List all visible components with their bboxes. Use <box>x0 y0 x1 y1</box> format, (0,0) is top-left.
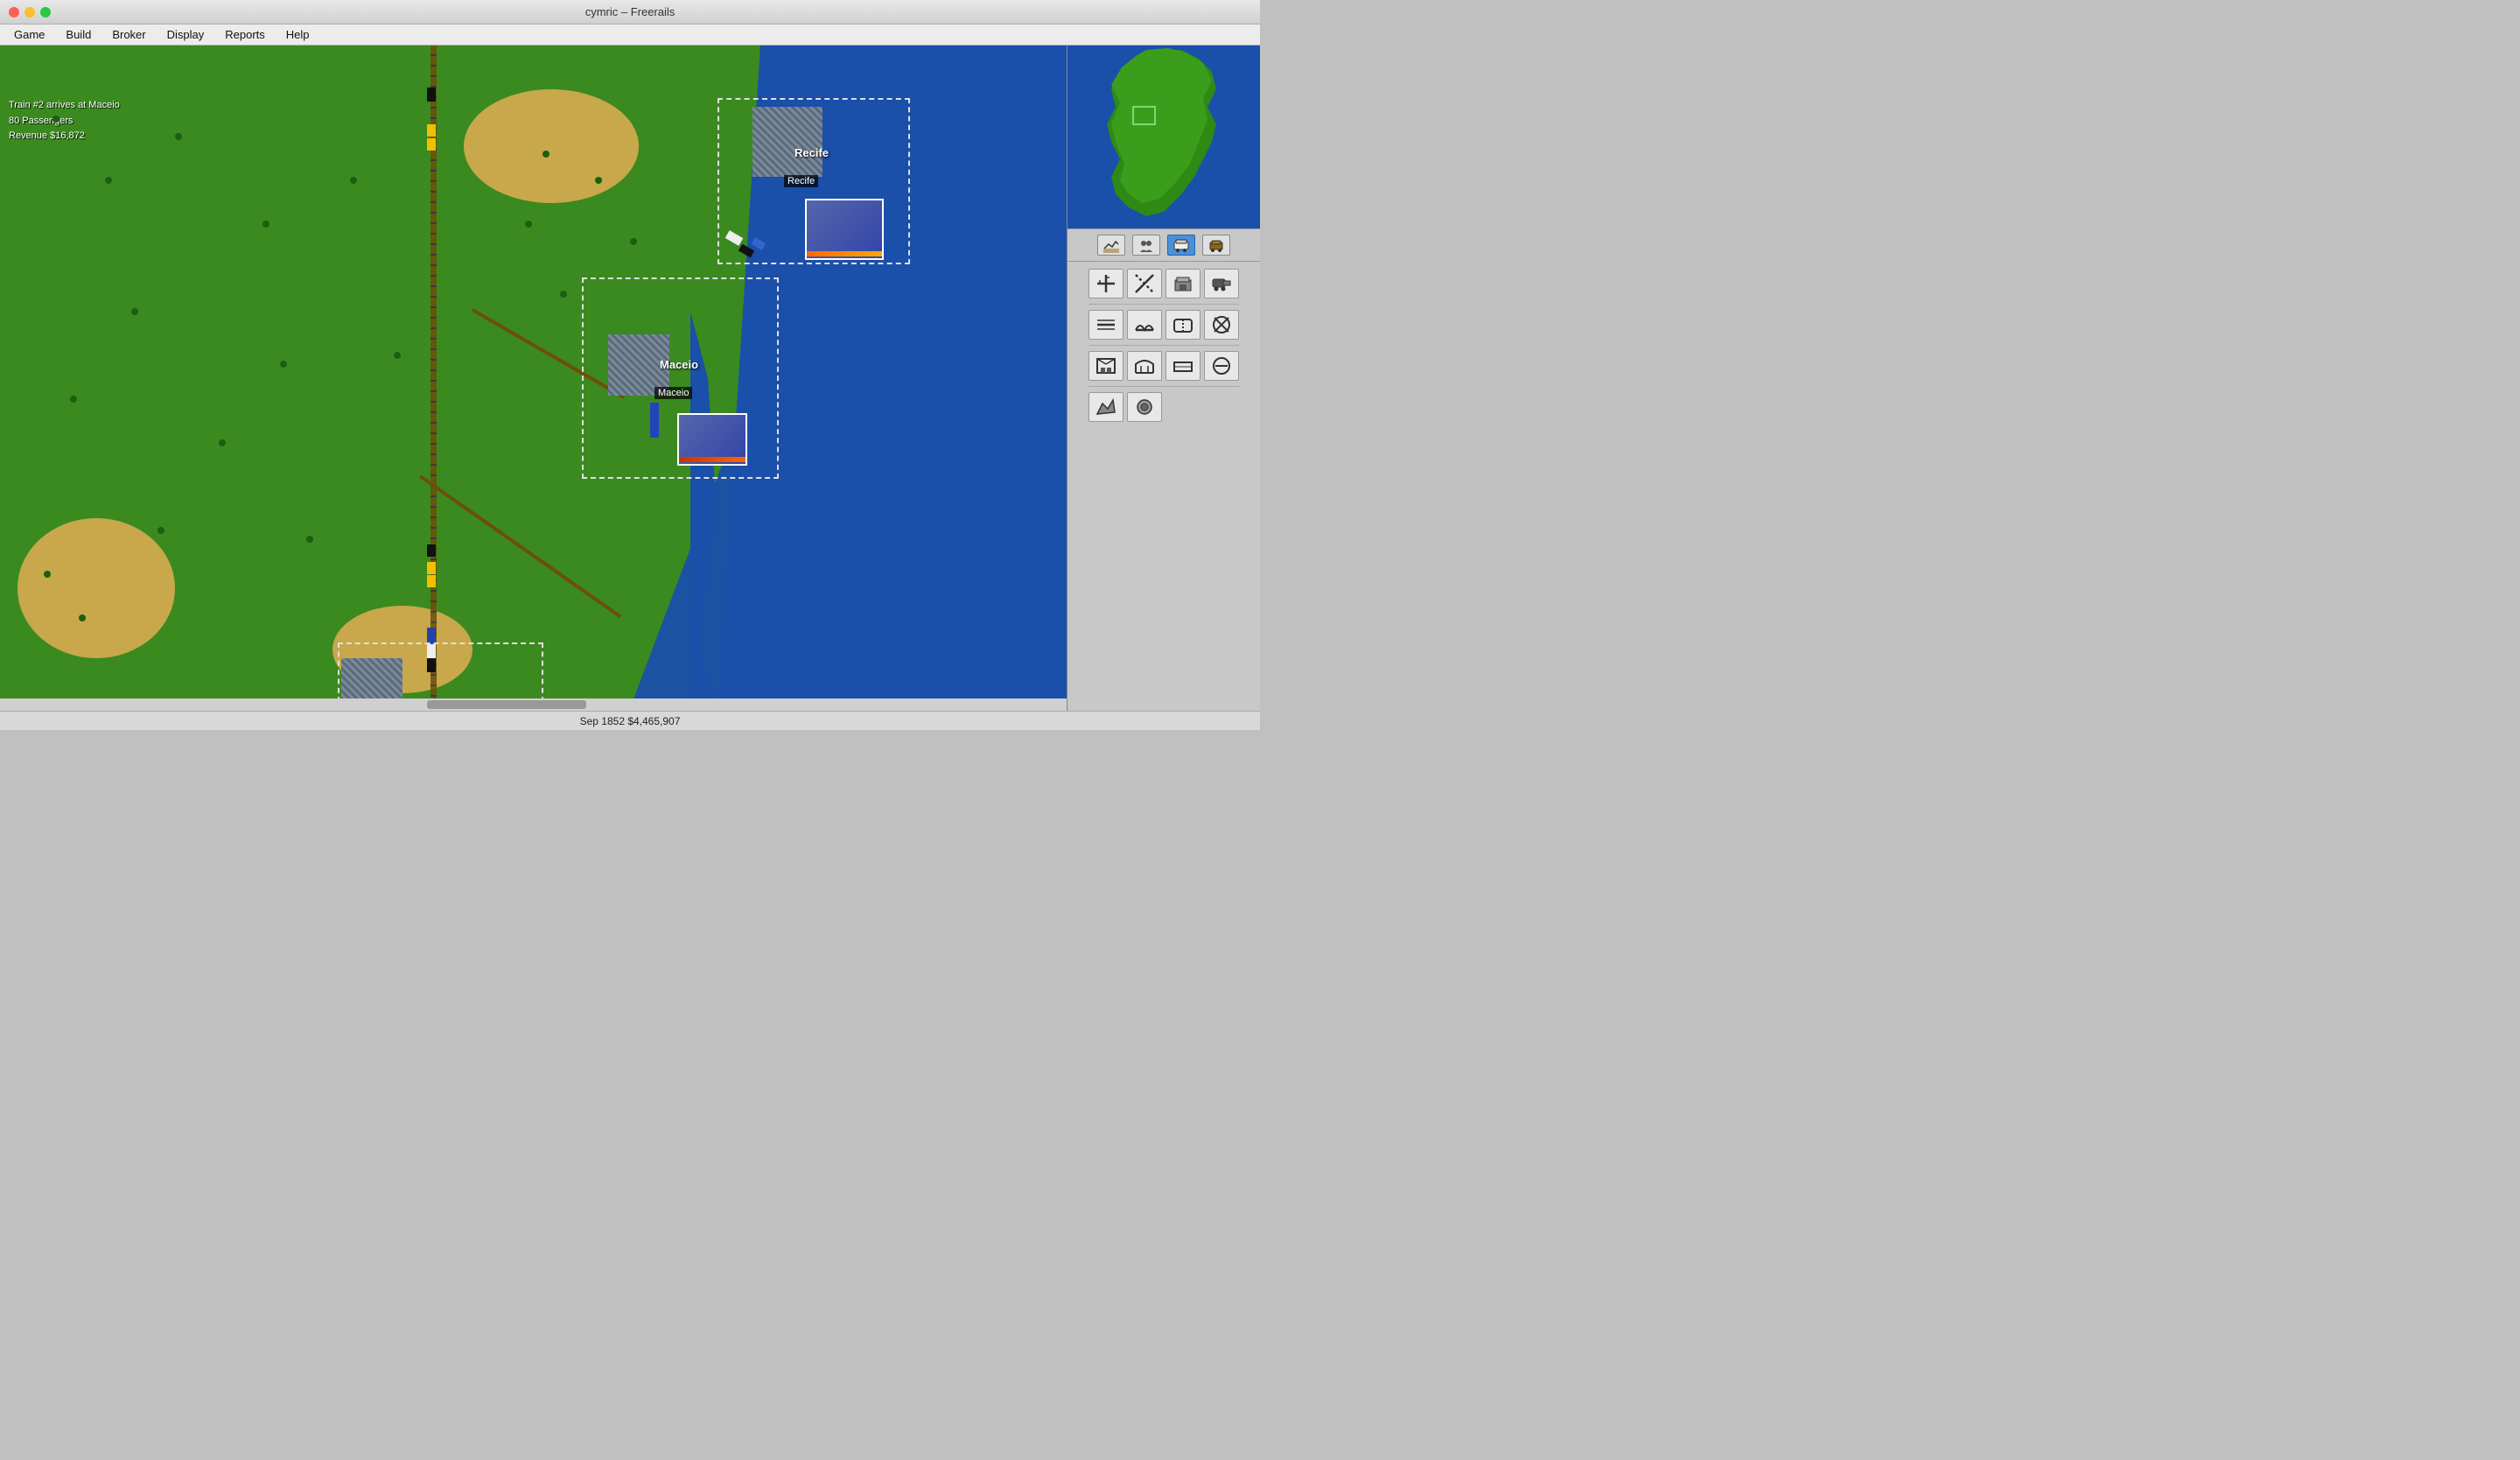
station-popup-maceio[interactable] <box>677 413 747 466</box>
sandy-2 <box>18 518 175 658</box>
tool-track-diag1[interactable] <box>1127 269 1162 298</box>
menu-display[interactable]: Display <box>158 26 214 43</box>
sandy-1 <box>464 89 639 203</box>
tool-separator-1 <box>1088 304 1239 305</box>
tree-6 <box>70 396 77 403</box>
notification-line1: Train #2 arrives at Maceio <box>9 98 120 114</box>
tree-3 <box>175 133 182 140</box>
window-controls[interactable] <box>9 7 51 18</box>
train-piece-1 <box>427 88 436 102</box>
tree-1 <box>52 116 60 123</box>
status-text: Sep 1852 $4,465,907 <box>580 715 681 727</box>
map-canvas[interactable]: Recife Recife Maceio Maceio Salvador ⚓ <box>0 46 1067 711</box>
tool-wrench[interactable] <box>1127 392 1162 422</box>
train-blue-maceio <box>650 403 659 438</box>
tree-18 <box>280 361 287 368</box>
minimap-svg <box>1068 46 1260 228</box>
menu-bar: Game Build Broker Display Reports Help <box>0 25 1260 46</box>
train-piece-3 <box>427 138 436 151</box>
menu-game[interactable]: Game <box>5 26 53 43</box>
tree-12 <box>44 571 51 578</box>
tree-8 <box>350 177 357 184</box>
train-piece-4 <box>427 544 436 557</box>
notification-line2: 80 Passengers <box>9 114 120 130</box>
tree-7 <box>219 439 226 446</box>
mini-map[interactable] <box>1068 46 1260 229</box>
tree-5 <box>131 308 138 315</box>
title-bar: cymric – Freerails <box>0 0 1260 25</box>
window-title: cymric – Freerails <box>585 5 676 18</box>
city-maceio-name: Maceio <box>660 358 698 371</box>
tree-10 <box>306 536 313 543</box>
tree-9 <box>394 352 401 359</box>
tool-depot[interactable] <box>1088 351 1124 381</box>
tool-signal[interactable] <box>1204 310 1239 340</box>
tool-grid <box>1068 262 1260 429</box>
city-recife-blocks <box>752 107 822 177</box>
notification-line3: Revenue $16,872 <box>9 129 120 144</box>
view-btn-freight[interactable] <box>1202 235 1230 256</box>
tool-track-straight[interactable] <box>1088 269 1124 298</box>
tree-13 <box>542 151 550 158</box>
tree-11 <box>158 527 164 534</box>
train-piece-7 <box>427 628 436 643</box>
station-popup-recife[interactable] <box>805 199 884 260</box>
mini-map-content <box>1068 46 1260 228</box>
close-button[interactable] <box>9 7 19 18</box>
minimize-button[interactable] <box>24 7 35 18</box>
train-piece-8 <box>427 644 436 658</box>
tool-track-cross2[interactable] <box>1088 310 1124 340</box>
view-btn-population[interactable] <box>1132 235 1160 256</box>
view-btn-terrain[interactable] <box>1097 235 1125 256</box>
city-recife-label: Recife <box>784 175 818 187</box>
menu-build[interactable]: Build <box>57 26 100 43</box>
scrollbar-thumb[interactable] <box>427 700 587 709</box>
city-recife-name: Recife <box>794 146 829 159</box>
train-piece-6 <box>427 575 436 587</box>
tree-15 <box>595 177 602 184</box>
view-mode-bar <box>1068 229 1260 262</box>
tree-16 <box>630 238 637 245</box>
view-btn-passengers[interactable] <box>1167 235 1195 256</box>
tool-station[interactable] <box>1166 269 1200 298</box>
right-panel <box>1068 46 1260 711</box>
city-maceio-label: Maceio <box>654 387 692 399</box>
menu-help[interactable]: Help <box>277 26 318 43</box>
status-bar: Sep 1852 $4,465,907 <box>0 711 1260 730</box>
tool-bridge[interactable] <box>1127 310 1162 340</box>
tool-train[interactable] <box>1204 269 1239 298</box>
train-piece-9 <box>427 658 436 672</box>
menu-reports[interactable]: Reports <box>216 26 274 43</box>
game-area[interactable]: Recife Recife Maceio Maceio Salvador ⚓ <box>0 46 1068 711</box>
tree-2 <box>105 177 112 184</box>
train-piece-5 <box>427 562 436 574</box>
tool-separator-3 <box>1088 386 1239 387</box>
tool-arch-bridge[interactable] <box>1127 351 1162 381</box>
tool-bulldoze[interactable] <box>1088 392 1124 422</box>
train-notification: Train #2 arrives at Maceio 80 Passengers… <box>9 98 120 144</box>
tree-14 <box>525 221 532 228</box>
main-layout: Recife Recife Maceio Maceio Salvador ⚓ <box>0 46 1260 711</box>
tool-circle-x[interactable] <box>1204 351 1239 381</box>
train-piece-2 <box>427 124 436 137</box>
menu-broker[interactable]: Broker <box>103 26 154 43</box>
tree-19 <box>79 614 86 621</box>
tree-17 <box>560 291 567 298</box>
maximize-button[interactable] <box>40 7 51 18</box>
horizontal-scrollbar[interactable] <box>0 698 1067 711</box>
tool-flat[interactable] <box>1166 351 1200 381</box>
tool-separator-2 <box>1088 345 1239 346</box>
tool-tunnel[interactable] <box>1166 310 1200 340</box>
tree-4 <box>262 221 270 228</box>
